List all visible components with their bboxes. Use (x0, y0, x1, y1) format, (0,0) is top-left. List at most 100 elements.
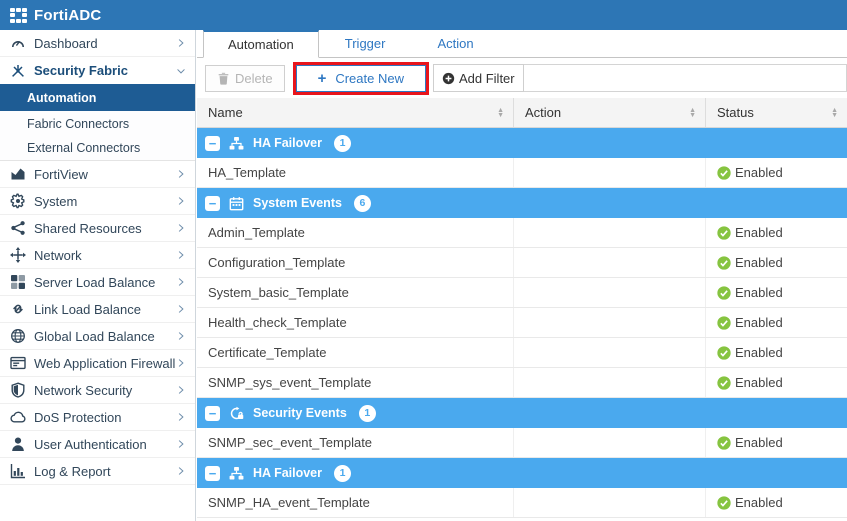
sidebar-item-external-connectors[interactable]: External Connectors (0, 136, 195, 161)
table-row[interactable]: Certificate_Template Enabled (197, 338, 847, 368)
cell-status: Enabled (706, 248, 847, 277)
chevron-right-icon (176, 412, 186, 422)
table-row[interactable]: HA_Template Enabled (197, 158, 847, 188)
tab-trigger[interactable]: Trigger (319, 30, 412, 57)
group-row-system-events-1[interactable]: − System Events 6 (197, 188, 847, 218)
table-row[interactable]: SNMP_HA_event_Template Enabled (197, 488, 847, 518)
tab-action[interactable]: Action (411, 30, 499, 57)
column-header-status-label: Status (717, 105, 754, 120)
plus-circle-icon (442, 72, 455, 85)
table-header: Name ▲ ▼ Action ▲ ▼ Status ▲ ▼ (197, 98, 847, 128)
security-fabric-icon (10, 63, 26, 79)
tab-automation[interactable]: Automation (203, 30, 319, 58)
group-label: HA Failover (253, 136, 323, 150)
chevron-right-icon (176, 439, 186, 449)
sidebar-item-dos-protection[interactable]: DoS Protection (0, 404, 195, 431)
add-filter-button[interactable]: Add Filter (432, 64, 524, 92)
status-label: Enabled (735, 165, 783, 180)
top-bar: FortiADC (0, 0, 847, 30)
sort-icon: ▲ ▼ (831, 106, 838, 119)
status-label: Enabled (735, 495, 783, 510)
table-row[interactable]: System_basic_Template Enabled (197, 278, 847, 308)
sidebar-item-label: Log & Report (34, 463, 111, 479)
cell-status: Enabled (706, 428, 847, 457)
cell-status: Enabled (706, 218, 847, 247)
group-row-ha-failover-3[interactable]: − HA Failover 1 (197, 458, 847, 488)
group-count-badge: 1 (334, 134, 352, 152)
table-row[interactable]: Health_check_Template Enabled (197, 308, 847, 338)
sidebar-subitem-label: Fabric Connectors (27, 116, 130, 131)
status-label: Enabled (735, 285, 783, 300)
sidebar-item-global-load-balance[interactable]: Global Load Balance (0, 323, 195, 350)
sidebar-item-label: Dashboard (34, 35, 98, 51)
sidebar-item-automation[interactable]: Automation (0, 84, 195, 111)
sidebar-item-label: Network Security (34, 382, 133, 398)
sidebar-item-dashboard[interactable]: Dashboard (0, 30, 195, 57)
sidebar-item-web-application-firewall[interactable]: Web Application Firewall (0, 350, 195, 377)
cell-action (514, 338, 706, 367)
collapse-minus-button[interactable]: − (205, 195, 220, 211)
group-count-badge: 1 (358, 404, 376, 422)
cell-status: Enabled (706, 158, 847, 187)
app-title: FortiADC (34, 6, 102, 24)
table-row[interactable]: Admin_Template Enabled (197, 218, 847, 248)
cell-name: Certificate_Template (197, 338, 514, 367)
cell-name: System_basic_Template (197, 278, 514, 307)
collapse-minus-button[interactable]: − (205, 465, 220, 481)
sidebar-item-security-fabric[interactable]: Security Fabric (0, 57, 195, 84)
column-header-action[interactable]: Action ▲ ▼ (514, 98, 706, 127)
waf-window-icon (10, 355, 26, 371)
sidebar-item-label: Server Load Balance (34, 274, 156, 290)
sidebar-item-fabric-connectors[interactable]: Fabric Connectors (0, 111, 195, 136)
sidebar-item-label: FortiView (34, 166, 88, 182)
sidebar-subitem-label: External Connectors (27, 141, 141, 155)
create-new-button[interactable]: + Create New (295, 64, 426, 92)
sidebar-subitem-label: Automation (27, 90, 97, 105)
sidebar-item-network-security[interactable]: Network Security (0, 377, 195, 404)
chevron-right-icon (176, 38, 186, 48)
sidebar-item-link-load-balance[interactable]: Link Load Balance (0, 296, 195, 323)
cell-name: SNMP_HA_event_Template (197, 488, 514, 517)
cell-status: Enabled (706, 368, 847, 397)
add-filter-button-label: Add Filter (458, 70, 515, 86)
fortinet-logo-icon (10, 7, 27, 23)
group-count-badge: 6 (353, 194, 371, 212)
link-icon (10, 301, 26, 317)
sidebar-item-label: Link Load Balance (34, 301, 141, 317)
move-arrows-icon (10, 247, 26, 263)
column-header-status[interactable]: Status ▲ ▼ (706, 98, 847, 127)
collapse-minus-button[interactable]: − (205, 405, 220, 421)
cell-status: Enabled (706, 278, 847, 307)
sidebar-item-server-load-balance[interactable]: Server Load Balance (0, 269, 195, 296)
chevron-right-icon (176, 358, 186, 368)
check-circle-icon (717, 255, 731, 270)
sidebar-item-log-report[interactable]: Log & Report (0, 458, 195, 485)
delete-button[interactable]: Delete (205, 64, 285, 92)
annotation-create-new-highlight: + Create New (292, 61, 429, 95)
sidebar-item-shared-resources[interactable]: Shared Resources (0, 215, 195, 242)
sidebar-item-network[interactable]: Network (0, 242, 195, 269)
check-circle-icon (717, 345, 731, 360)
table-row[interactable]: Configuration_Template Enabled (197, 248, 847, 278)
sidebar-item-user-authentication[interactable]: User Authentication (0, 431, 195, 458)
check-circle-icon (717, 225, 731, 240)
sidebar-item-fortiview[interactable]: FortiView (0, 161, 195, 188)
group-label: HA Failover (253, 466, 323, 480)
status-label: Enabled (735, 225, 783, 240)
table-body: − HA Failover 1 HA_Template Enabled − System E… (197, 128, 847, 518)
chevron-right-icon (176, 223, 186, 233)
sidebar-item-system[interactable]: System (0, 188, 195, 215)
filter-bar[interactable]: Add Filter (432, 64, 847, 92)
sidebar-item-label: Web Application Firewall (34, 355, 176, 371)
cloud-icon (10, 409, 26, 425)
table-row[interactable]: SNMP_sys_event_Template Enabled (197, 368, 847, 398)
table-row[interactable]: SNMP_sec_event_Template Enabled (197, 428, 847, 458)
check-circle-icon (717, 375, 731, 390)
sidebar-item-label: DoS Protection (34, 409, 122, 425)
cell-name: Admin_Template (197, 218, 514, 247)
collapse-minus-button[interactable]: − (205, 135, 220, 151)
chevron-right-icon (176, 250, 186, 260)
column-header-name[interactable]: Name ▲ ▼ (197, 98, 514, 127)
group-row-security-events-2[interactable]: − Security Events 1 (197, 398, 847, 428)
group-row-ha-failover-0[interactable]: − HA Failover 1 (197, 128, 847, 158)
